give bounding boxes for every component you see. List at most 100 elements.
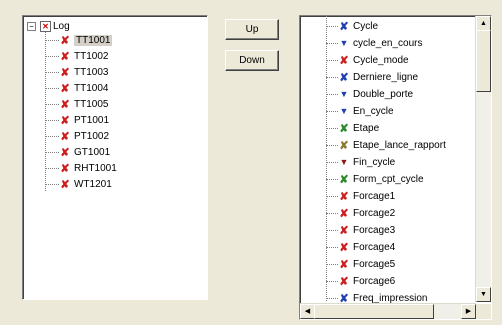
list-branch-line [326,196,338,197]
x-icon: ✘ [339,20,349,33]
tag-list-panel[interactable]: ✘ Cycle ▼ cycle_en_cours ✘ Cycle_mode ✘ Dernier… [299,15,492,320]
tree-branch-line [45,56,59,57]
scroll-left-arrow-icon[interactable]: ◀ [300,304,315,319]
list-item-label: Forcage2 [353,207,396,219]
tree-root-label: Log [53,20,70,32]
x-icon: ✘ [60,34,70,47]
tree-item-gt1001[interactable]: ✘ GT1001 [59,144,110,160]
list-branch-line [326,145,338,146]
list-item-label: Etape [353,122,380,134]
list-item[interactable]: ✘ Forcage4 [338,239,395,255]
x-icon: ✘ [60,66,70,79]
list-item[interactable]: ✘ Form_cpt_cycle [338,171,423,187]
tree-item-tt1001[interactable]: ✘ TT1001 [59,32,113,48]
list-item[interactable]: ▼ cycle_en_cours [338,35,423,51]
x-icon: ✘ [339,241,349,254]
tree-item-tt1003[interactable]: ✘ TT1003 [59,64,108,80]
list-branch-line [326,230,338,231]
x-icon: ✘ [60,50,70,63]
tree-item-tt1004[interactable]: ✘ TT1004 [59,80,108,96]
x-icon: ✘ [339,224,349,237]
x-icon: ✘ [339,54,349,67]
x-icon: ✘ [60,114,70,127]
scroll-down-arrow-icon[interactable]: ▼ [476,287,491,302]
tree-branch-line [45,136,59,137]
list-branch-line [326,43,338,44]
log-folder-icon: ✕ [40,21,51,32]
list-item[interactable]: ✘ Cycle [338,18,378,34]
list-item-label: Derniere_ligne [353,71,419,83]
tree-item-pt1001[interactable]: ✘ PT1001 [59,112,109,128]
scroll-up-arrow-icon[interactable]: ▲ [476,16,491,31]
tree-item-pt1002[interactable]: ✘ PT1002 [59,128,109,144]
collapse-toggle-icon[interactable]: − [27,22,36,31]
list-item[interactable]: ✘ Forcage3 [338,222,395,238]
list-branch-line [326,94,338,95]
x-icon: ✘ [60,178,70,191]
tree-item-label: TT1005 [74,98,109,110]
list-branch-line [326,128,338,129]
list-branch-line [326,26,338,27]
horizontal-scroll-thumb[interactable] [314,304,434,319]
tree-item-tt1002[interactable]: ✘ TT1002 [59,48,108,64]
tree-branch-line [45,104,59,105]
tree-item-label: PT1001 [74,114,110,126]
list-item-label: Forcage5 [353,258,396,270]
list-item[interactable]: ✘ Etape [338,120,379,136]
x-icon: ✘ [60,146,70,159]
x-icon: ✘ [339,173,349,186]
x-icon: ✘ [339,275,349,288]
vertical-scrollbar[interactable]: ▲ ▼ [475,16,491,302]
x-icon: ✘ [339,258,349,271]
tree-branch-line [45,40,59,41]
list-item[interactable]: ✘ Forcage5 [338,256,395,272]
log-tree-panel[interactable]: − ✕ Log ✘ TT1001 ✘ TT1002 ✘ TT1003 ✘ TT1004 ✘ TT1… [22,15,208,300]
tree-item-label: TT1003 [74,66,109,78]
vertical-scroll-thumb[interactable] [476,30,491,92]
list-item[interactable]: ✘ Forcage1 [338,188,395,204]
scroll-right-arrow-icon[interactable]: ▶ [461,304,476,319]
list-branch-line [326,298,338,299]
tree-item-label: TT1004 [74,82,109,94]
funnel-icon: ▼ [339,38,349,48]
list-item[interactable]: ✘ Etape_lance_rapport [338,137,446,153]
list-item-label: Double_porte [353,88,414,100]
tree-item-wt1201[interactable]: ✘ WT1201 [59,176,112,192]
tree-item-label: WT1201 [74,178,112,190]
tree-item-label: TT1002 [74,50,109,62]
x-icon: ✘ [339,71,349,84]
list-branch-line [326,281,338,282]
list-item[interactable]: ✘ Forcage2 [338,205,395,221]
x-icon: ✘ [339,190,349,203]
list-item-label: Cycle [353,20,379,32]
down-button[interactable]: Down [225,50,279,71]
list-branch-line [326,213,338,214]
list-item[interactable]: ▼ En_cycle [338,103,394,119]
list-item[interactable]: ✘ Derniere_ligne [338,69,418,85]
list-item[interactable]: ▼ Double_porte [338,86,414,102]
list-branch-line [326,162,338,163]
list-item-label: Etape_lance_rapport [353,139,446,151]
horizontal-scrollbar[interactable]: ◀ ▶ [300,303,476,319]
tree-item-rht1001[interactable]: ✘ RHT1001 [59,160,116,176]
list-branch-line [326,247,338,248]
tree-item-tt1005[interactable]: ✘ TT1005 [59,96,108,112]
list-guide-line [326,16,327,301]
list-item-label: Freq_impression [353,292,428,304]
list-branch-line [326,60,338,61]
x-icon: ✘ [60,82,70,95]
tree-item-label: GT1001 [74,146,111,158]
funnel-icon: ▼ [339,157,349,167]
up-button[interactable]: Up [225,19,279,40]
list-item[interactable]: ▼ Fin_cycle [338,154,396,170]
list-branch-line [326,111,338,112]
list-item[interactable]: ✘ Forcage6 [338,273,395,289]
tree-branch-line [45,120,59,121]
x-icon: ✘ [60,162,70,175]
tree-item-label: TT1001 [74,34,113,46]
list-item-label: Forcage6 [353,275,396,287]
list-item[interactable]: ✘ Cycle_mode [338,52,409,68]
tree-branch-line [45,184,59,185]
list-item-label: Cycle_mode [353,54,409,66]
list-branch-line [326,179,338,180]
